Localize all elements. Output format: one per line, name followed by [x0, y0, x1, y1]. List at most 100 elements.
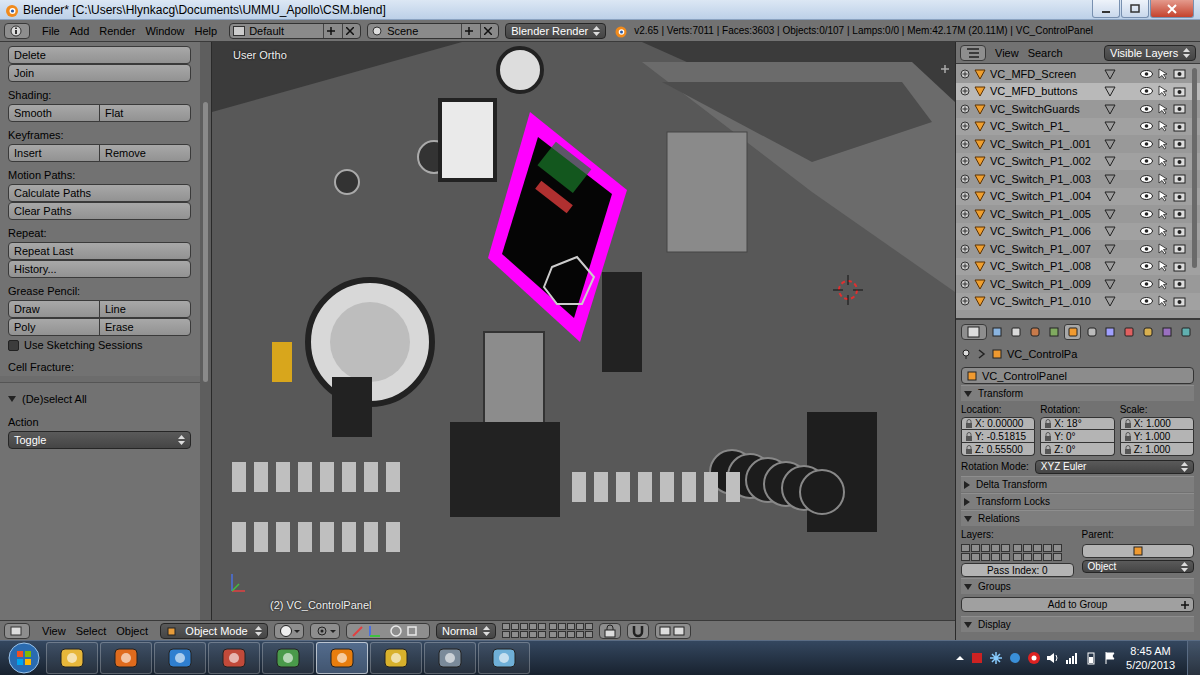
object-name-field[interactable]: VC_ControlPanel — [961, 367, 1194, 384]
mesh-data-icon[interactable] — [1104, 190, 1116, 202]
number-field[interactable]: X: 18° — [1040, 417, 1114, 430]
expand-icon[interactable] — [960, 226, 970, 236]
tool-button[interactable]: History... — [8, 260, 191, 278]
layer-buttons[interactable] — [502, 623, 593, 638]
taskbar-app[interactable] — [46, 642, 98, 674]
camera-icon[interactable] — [1173, 86, 1186, 97]
outliner-row[interactable]: VC_Switch_P1_ — [956, 118, 1200, 136]
layer-button[interactable] — [971, 544, 980, 552]
camera-icon[interactable] — [1173, 226, 1186, 237]
cursor-icon[interactable] — [1157, 173, 1169, 185]
layer-button[interactable] — [1033, 553, 1042, 561]
tool-button[interactable]: Flat — [99, 104, 191, 122]
menu-item[interactable]: Search — [1028, 47, 1063, 59]
scene-field[interactable]: Scene — [367, 23, 499, 39]
layer-button[interactable] — [1013, 553, 1022, 561]
pass-index-field[interactable]: Pass Index: 0 — [961, 563, 1074, 577]
mesh-data-icon[interactable] — [1104, 68, 1116, 80]
shading-button[interactable] — [274, 623, 304, 639]
menu-item[interactable]: Help — [195, 25, 218, 37]
menu-item[interactable]: View — [42, 625, 66, 637]
shelf-scrollbar[interactable] — [200, 42, 212, 620]
editor-type-button[interactable] — [4, 23, 30, 39]
layer-button[interactable] — [511, 631, 519, 638]
layer-button[interactable] — [981, 553, 990, 561]
layer-button[interactable] — [520, 631, 528, 638]
expand-icon[interactable] — [960, 191, 970, 201]
pin-icon[interactable] — [961, 349, 973, 359]
tool-button[interactable]: Line — [99, 300, 191, 318]
menu-item[interactable]: Add — [70, 25, 90, 37]
mesh-data-icon[interactable] — [1104, 260, 1116, 272]
mesh-data-icon[interactable] — [1104, 138, 1116, 150]
camera-icon[interactable] — [1173, 103, 1186, 114]
outliner-row[interactable]: VC_Switch_P1_.007 — [956, 240, 1200, 258]
number-field[interactable]: X: 0.00000 — [961, 417, 1035, 430]
layer-button[interactable] — [549, 631, 557, 638]
close-button[interactable] — [1150, 0, 1194, 18]
action-dropdown[interactable]: Toggle — [8, 431, 191, 449]
checkbox[interactable] — [8, 340, 19, 351]
operator-panel-header[interactable]: (De)select All — [8, 389, 191, 409]
expand-icon[interactable] — [960, 174, 970, 184]
tool-button[interactable]: Erase — [99, 318, 191, 336]
mesh-data-icon[interactable] — [1104, 208, 1116, 220]
outliner-row[interactable]: VC_Switch_P1_.004 — [956, 188, 1200, 206]
maximize-button[interactable] — [1121, 0, 1149, 18]
eye-icon[interactable] — [1140, 279, 1153, 289]
properties-tab[interactable] — [989, 324, 1006, 340]
taskbar-app[interactable] — [424, 642, 476, 674]
layer-button[interactable] — [1053, 553, 1062, 561]
tool-button[interactable]: Poly — [8, 318, 100, 336]
delete-screen-button[interactable] — [342, 24, 357, 38]
tool-button[interactable]: Remove — [99, 144, 191, 162]
properties-tab[interactable] — [1045, 324, 1062, 340]
object-layers[interactable] — [961, 544, 1074, 561]
checkbox-row[interactable]: Use Sketching Sessions — [8, 336, 191, 354]
layer-button[interactable] — [576, 631, 584, 638]
camera-icon[interactable] — [1173, 278, 1186, 289]
number-field[interactable]: Y: 0° — [1040, 430, 1114, 443]
tool-button[interactable]: Clear Paths — [8, 202, 191, 220]
mesh-data-icon[interactable] — [1104, 278, 1116, 290]
eye-icon[interactable] — [1140, 261, 1153, 271]
expand-icon[interactable] — [960, 261, 970, 271]
rotation-mode-dropdown[interactable]: XYZ Euler — [1035, 460, 1194, 474]
expand-icon[interactable] — [960, 244, 970, 254]
outliner-row[interactable]: VC_Switch_P1_.009 — [956, 275, 1200, 293]
properties-tab[interactable] — [1064, 324, 1081, 340]
layer-button[interactable] — [549, 623, 557, 630]
show-desktop-button[interactable] — [1187, 641, 1200, 675]
editor-type-button[interactable] — [960, 45, 986, 61]
outliner-scrollbar[interactable] — [1192, 68, 1197, 268]
expand-icon[interactable] — [960, 209, 970, 219]
layer-button[interactable] — [1013, 544, 1022, 552]
network-icon[interactable] — [1065, 651, 1079, 665]
layer-button[interactable] — [567, 623, 575, 630]
3d-viewport[interactable]: User Ortho (2) VC_ControlPanel — [212, 42, 955, 620]
outliner-row[interactable]: VC_Switch_P1_.010 — [956, 293, 1200, 311]
layer-button[interactable] — [585, 623, 593, 630]
outliner-row[interactable]: VC_Switch_P1_.001 — [956, 135, 1200, 153]
outliner-row[interactable]: VC_Switch_P1_.008 — [956, 258, 1200, 276]
lock-icon[interactable] — [1044, 419, 1052, 428]
cursor-icon[interactable] — [1157, 103, 1169, 115]
properties-tab[interactable] — [1177, 324, 1194, 340]
layer-button[interactable] — [520, 623, 528, 630]
camera-icon[interactable] — [1173, 121, 1186, 132]
menu-item[interactable]: Select — [76, 625, 107, 637]
lock-icon[interactable] — [1124, 445, 1132, 454]
screen-layout-field[interactable]: Default — [229, 23, 361, 39]
eye-icon[interactable] — [1140, 121, 1153, 131]
menu-item[interactable]: View — [995, 47, 1019, 59]
taskbar-app[interactable] — [370, 642, 422, 674]
tool-button[interactable]: Join — [8, 64, 191, 82]
lock-icon[interactable] — [965, 445, 973, 454]
outliner-row[interactable]: VC_Switch_P1_.006 — [956, 223, 1200, 241]
lock-icon[interactable] — [1044, 432, 1052, 441]
expand-icon[interactable] — [960, 69, 970, 79]
lock-icon[interactable] — [965, 432, 973, 441]
mesh-data-icon[interactable] — [1104, 85, 1116, 97]
mesh-data-icon[interactable] — [1104, 295, 1116, 307]
layer-button[interactable] — [502, 623, 510, 630]
